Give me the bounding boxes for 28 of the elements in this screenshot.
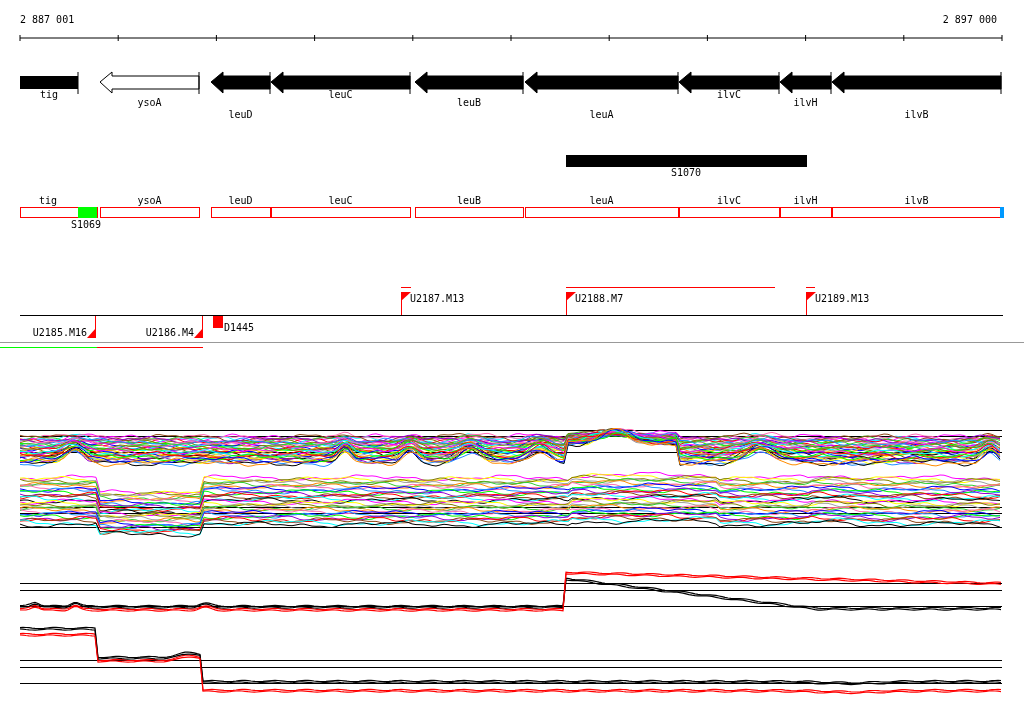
gene-label: ysoA bbox=[137, 97, 162, 108]
annotation-label: leuB bbox=[456, 195, 482, 206]
annotation-label: ysoA bbox=[137, 195, 162, 206]
start-coordinate: 2 887 001 bbox=[20, 14, 75, 25]
gene-label: leuB bbox=[456, 97, 482, 108]
annotation-label: leuA bbox=[589, 195, 614, 206]
end-coordinate: 2 897 000 bbox=[942, 14, 997, 25]
marker-label: S1069 bbox=[70, 219, 102, 230]
annotation-label: ilvC bbox=[716, 195, 742, 206]
annotation-label: ilvH bbox=[793, 195, 818, 206]
site-label: U2188.M7 bbox=[575, 293, 624, 304]
gene-label: leuD bbox=[228, 109, 253, 120]
gene-label: ilvH bbox=[793, 97, 818, 108]
gene-label: tig bbox=[39, 89, 59, 100]
gene-label: leuA bbox=[589, 109, 614, 120]
annotation-label: ilvB bbox=[904, 195, 929, 206]
gene-label: ilvB bbox=[904, 109, 929, 120]
annotation-label: leuC bbox=[328, 195, 353, 206]
site-label: U2189.M13 bbox=[815, 293, 870, 304]
gene-label: leuC bbox=[328, 89, 353, 100]
segment-label: S1070 bbox=[670, 167, 702, 178]
site-label: D1445 bbox=[224, 322, 255, 333]
site-label: U2187.M13 bbox=[410, 293, 465, 304]
annotation-label: leuD bbox=[228, 195, 253, 206]
site-label: U2186.M4 bbox=[145, 327, 194, 338]
annotation-label: tig bbox=[38, 195, 58, 206]
gene-label: ilvC bbox=[716, 89, 742, 100]
site-label: U2185.M16 bbox=[32, 327, 87, 338]
